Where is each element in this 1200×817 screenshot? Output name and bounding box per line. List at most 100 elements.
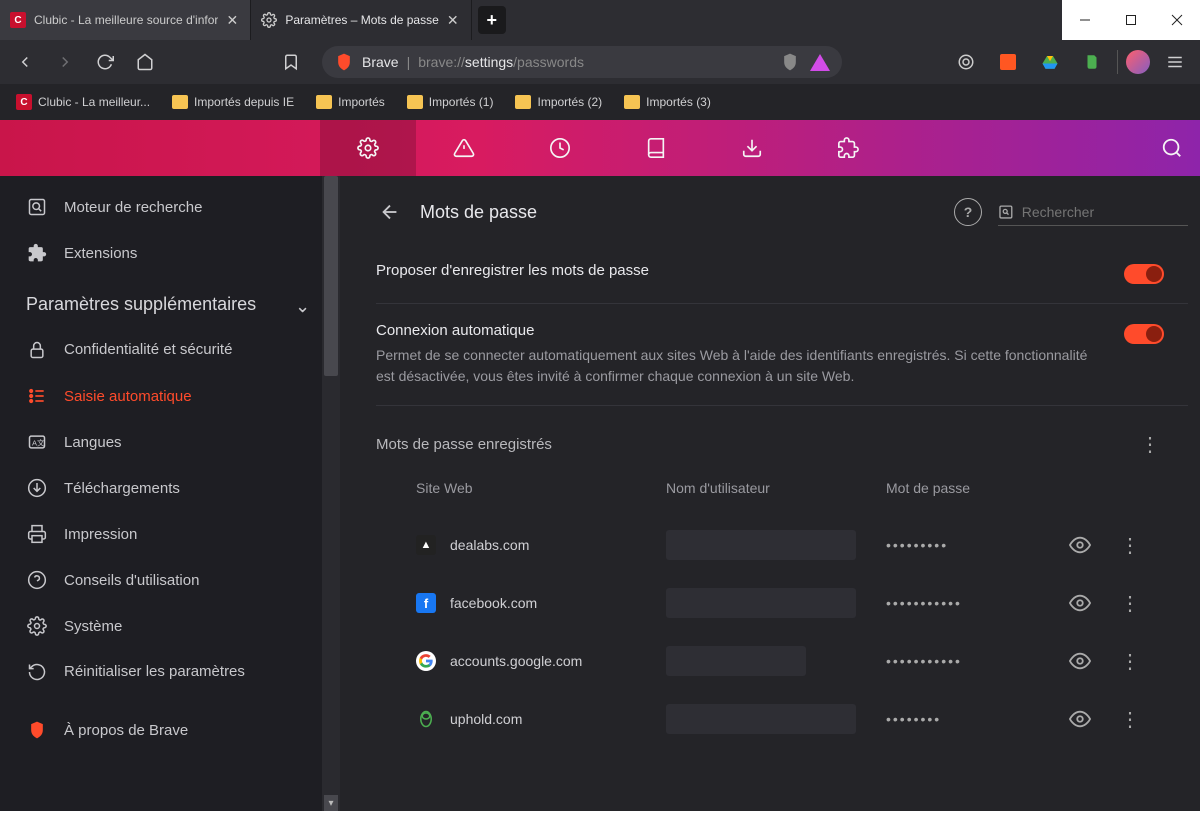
close-window-button[interactable]: [1154, 0, 1200, 40]
gear-icon: [26, 615, 48, 637]
reload-button[interactable]: [88, 45, 122, 79]
new-tab-button[interactable]: +: [478, 6, 506, 34]
username-redacted: [666, 704, 856, 734]
close-tab-icon[interactable]: ✕: [445, 12, 461, 28]
offer-save-title: Proposer d'enregistrer les mots de passe: [376, 262, 1104, 279]
bookmark-clubic[interactable]: CClubic - La meilleur...: [8, 90, 158, 114]
forward-button[interactable]: [48, 45, 82, 79]
password-row[interactable]: accounts.google.com ••••••••••• ⋮: [416, 632, 1188, 690]
bookmark-folder-importes-1[interactable]: Importés (1): [399, 91, 502, 113]
bookmark-folder-importes-3[interactable]: Importés (3): [616, 91, 719, 113]
bookmark-folder-importes-2[interactable]: Importés (2): [507, 91, 610, 113]
ext-icon-2[interactable]: [991, 45, 1025, 79]
subnav-history[interactable]: [512, 120, 608, 176]
sidebar-item-printing[interactable]: Impression: [6, 511, 322, 557]
search-input[interactable]: [1022, 204, 1188, 220]
sidebar-item-search-engine[interactable]: Moteur de recherche: [6, 184, 322, 230]
rewards-icon[interactable]: [810, 54, 830, 71]
auto-signin-toggle[interactable]: [1124, 324, 1164, 344]
ext-icon-evernote[interactable]: [1075, 45, 1109, 79]
subnav-bookmarks[interactable]: [608, 120, 704, 176]
puzzle-icon: [26, 242, 48, 264]
saved-passwords-more-button[interactable]: ⋮: [1136, 430, 1164, 458]
col-site: Site Web: [416, 480, 656, 496]
subnav-downloads[interactable]: [704, 120, 800, 176]
tab-title: Paramètres – Mots de passe: [285, 13, 438, 27]
folder-icon: [172, 95, 188, 109]
lang-icon: A文: [26, 431, 48, 453]
sidebar-item-languages[interactable]: A文 Langues: [6, 419, 322, 465]
row-more-button[interactable]: ⋮: [1116, 705, 1144, 733]
titlebar: C Clubic - La meilleure source d'infor ✕…: [0, 0, 1200, 40]
menu-button[interactable]: [1158, 45, 1192, 79]
sidebar-scrollbar[interactable]: ▾: [322, 176, 340, 811]
search-box-icon: [26, 196, 48, 218]
toolbar: Brave | brave://settings/passwords: [0, 40, 1200, 84]
search-icon: [998, 203, 1014, 221]
bookmarks-bar: CClubic - La meilleur... Importés depuis…: [0, 84, 1200, 120]
folder-icon: [316, 95, 332, 109]
sidebar-item-usage-tips[interactable]: Conseils d'utilisation: [6, 557, 322, 603]
brave-icon: [26, 719, 48, 741]
subnav-extensions[interactable]: [800, 120, 896, 176]
profile-avatar[interactable]: [1126, 50, 1150, 74]
reset-icon: [26, 661, 48, 683]
scrollbar-thumb[interactable]: [324, 176, 338, 376]
saved-passwords-title: Mots de passe enregistrés: [376, 436, 552, 453]
password-row[interactable]: uphold.com •••••••• ⋮: [416, 690, 1188, 748]
show-password-button[interactable]: [1066, 705, 1094, 733]
help-button[interactable]: ?: [954, 198, 982, 226]
sidebar-item-system[interactable]: Système: [6, 603, 322, 649]
password-row[interactable]: ▲dealabs.com ••••••••• ⋮: [416, 516, 1188, 574]
minimize-button[interactable]: [1062, 0, 1108, 40]
tab-clubic[interactable]: C Clubic - La meilleure source d'infor ✕: [0, 0, 251, 40]
show-password-button[interactable]: [1066, 589, 1094, 617]
col-pass: Mot de passe: [886, 480, 1056, 496]
sidebar-section-advanced[interactable]: Paramètres supplémentaires ⌃: [6, 276, 322, 327]
sidebar-item-downloads[interactable]: Téléchargements: [6, 465, 322, 511]
passwords-table: Site Web Nom d'utilisateur Mot de passe …: [376, 470, 1188, 748]
main-panel: Mots de passe ? Proposer d'enregistrer l…: [340, 176, 1200, 811]
gear-favicon: [261, 12, 277, 28]
ext-icon-drive[interactable]: [1033, 45, 1067, 79]
settings-subnav: [0, 120, 1200, 176]
settings-sidebar: Moteur de recherche Extensions Paramètre…: [0, 176, 322, 811]
close-tab-icon[interactable]: ✕: [224, 12, 240, 28]
folder-icon: [407, 95, 423, 109]
brave-label: Brave: [362, 54, 399, 70]
back-button[interactable]: [8, 45, 42, 79]
tab-settings[interactable]: Paramètres – Mots de passe ✕: [251, 0, 471, 40]
maximize-button[interactable]: [1108, 0, 1154, 40]
password-row[interactable]: ffacebook.com ••••••••••• ⋮: [416, 574, 1188, 632]
svg-text:A文: A文: [32, 437, 45, 447]
sidebar-item-autofill[interactable]: Saisie automatique: [6, 373, 322, 419]
row-more-button[interactable]: ⋮: [1116, 531, 1144, 559]
back-arrow-button[interactable]: [376, 198, 404, 226]
ext-icon-1[interactable]: [949, 45, 983, 79]
subnav-warning[interactable]: [416, 120, 512, 176]
clubic-favicon: C: [10, 12, 26, 28]
sidebar-item-privacy[interactable]: Confidentialité et sécurité: [6, 327, 322, 373]
row-more-button[interactable]: ⋮: [1116, 647, 1144, 675]
scroll-down-icon[interactable]: ▾: [324, 795, 338, 811]
subnav-search[interactable]: [1144, 137, 1200, 159]
bookmark-folder-ie[interactable]: Importés depuis IE: [164, 91, 302, 113]
bookmark-folder-importes[interactable]: Importés: [308, 91, 393, 113]
row-more-button[interactable]: ⋮: [1116, 589, 1144, 617]
google-favicon: [416, 651, 436, 671]
show-password-button[interactable]: [1066, 647, 1094, 675]
home-button[interactable]: [128, 45, 162, 79]
autofill-icon: [26, 385, 48, 407]
subnav-settings[interactable]: [320, 120, 416, 176]
search-passwords-field[interactable]: [998, 199, 1188, 226]
bookmark-button[interactable]: [274, 45, 308, 79]
sidebar-item-extensions[interactable]: Extensions: [6, 230, 322, 276]
offer-save-toggle[interactable]: [1124, 264, 1164, 284]
sidebar-item-about[interactable]: À propos de Brave: [6, 695, 322, 753]
sidebar-item-reset[interactable]: Réinitialiser les paramètres: [6, 649, 322, 695]
uphold-favicon: [416, 709, 436, 729]
dealabs-favicon: ▲: [416, 535, 436, 555]
brave-shield-icon[interactable]: [780, 52, 800, 72]
show-password-button[interactable]: [1066, 531, 1094, 559]
address-bar[interactable]: Brave | brave://settings/passwords: [322, 46, 842, 78]
